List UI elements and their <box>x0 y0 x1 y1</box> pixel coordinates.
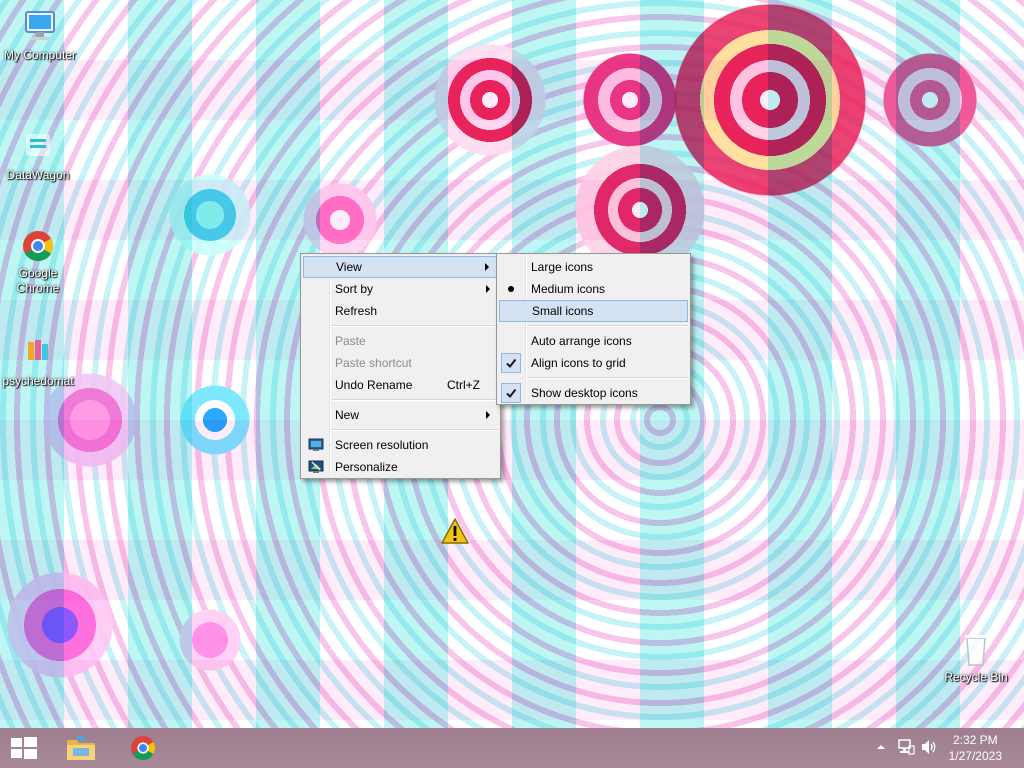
psychedomat-icon <box>18 336 58 372</box>
menu-separator <box>528 325 688 327</box>
desktop-icon-datawagon[interactable]: DataWagon <box>0 130 76 183</box>
menu-item-label: Small icons <box>532 304 594 318</box>
menu-item-label: Paste <box>335 334 366 348</box>
clock-date: 1/27/2023 <box>948 749 1002 763</box>
checkmark-icon <box>501 383 521 403</box>
submenu-item-align-to-grid[interactable]: Align icons to grid <box>499 352 688 374</box>
desktop-icon-label: psychedomat <box>2 374 74 388</box>
taskbar: 2:32 PM 1/27/2023 <box>0 728 1024 768</box>
menu-item-sort-by[interactable]: Sort by <box>303 278 498 300</box>
menu-item-personalize[interactable]: Personalize <box>303 456 498 478</box>
menu-item-screen-resolution[interactable]: Screen resolution <box>303 434 498 456</box>
menu-item-label: New <box>335 408 360 422</box>
chrome-icon <box>131 736 156 761</box>
menu-item-refresh[interactable]: Refresh <box>303 300 498 322</box>
menu-item-label: Personalize <box>335 460 398 474</box>
desktop-icon-psychedomat[interactable]: psychedomat <box>0 336 76 389</box>
desktop-icon-label: Recycle Bin <box>944 670 1008 684</box>
menu-item-label: Undo Rename <box>335 378 413 392</box>
menu-item-label: Sort by <box>335 282 374 296</box>
submenu-item-large-icons[interactable]: Large icons <box>499 256 688 278</box>
menu-separator <box>332 325 498 327</box>
menu-separator <box>528 377 688 379</box>
desktop-icon-label: My Computer <box>3 48 77 62</box>
desktop-icon-my-computer[interactable]: My Computer <box>2 10 78 63</box>
taskbar-clock[interactable]: 2:32 PM 1/27/2023 <box>949 732 1002 764</box>
taskbar-chrome[interactable] <box>118 728 168 768</box>
warning-icon <box>440 517 470 545</box>
submenu-item-show-desktop-icons[interactable]: Show desktop icons <box>499 382 688 404</box>
menu-item-shortcut: Ctrl+Z <box>447 378 480 392</box>
desktop-icon-google-chrome[interactable]: Google Chrome <box>0 228 76 296</box>
menu-item-label: Refresh <box>335 304 378 318</box>
desktop-icon-recycle-bin[interactable]: Recycle Bin <box>938 632 1014 685</box>
network-icon[interactable] <box>897 738 915 759</box>
file-explorer-icon <box>67 736 95 760</box>
clock-time: 2:32 PM <box>952 733 998 747</box>
desktop-icon-label: DataWagon <box>6 168 70 182</box>
view-submenu: Large icons Medium icons Small icons Aut… <box>496 253 691 405</box>
menu-separator <box>332 429 498 431</box>
desktop-icon-label: Google Chrome <box>16 266 60 295</box>
menu-item-label: Align icons to grid <box>531 356 626 370</box>
chrome-icon <box>18 228 58 264</box>
recycle-bin-icon <box>956 632 996 668</box>
menu-item-view[interactable]: View <box>303 256 498 278</box>
submenu-item-small-icons[interactable]: Small icons <box>499 300 688 322</box>
show-hidden-icons-arrow[interactable] <box>876 740 886 757</box>
menu-item-label: Screen resolution <box>335 438 429 452</box>
windows-start-icon <box>11 737 37 759</box>
menu-separator <box>332 399 498 401</box>
menu-item-label: Large icons <box>531 260 594 274</box>
menu-item-label: Paste shortcut <box>335 356 412 370</box>
computer-icon <box>20 10 60 46</box>
submenu-item-medium-icons[interactable]: Medium icons <box>499 278 688 300</box>
submenu-arrow-icon <box>486 411 490 419</box>
personalize-icon <box>308 459 324 473</box>
menu-item-paste-shortcut[interactable]: Paste shortcut <box>303 352 498 374</box>
submenu-item-auto-arrange[interactable]: Auto arrange icons <box>499 330 688 352</box>
screen-resolution-icon <box>308 437 324 451</box>
menu-item-label: Show desktop icons <box>531 386 638 400</box>
submenu-arrow-icon <box>486 285 490 293</box>
desktop-context-menu: View Sort by Refresh Paste Paste shortcu… <box>300 253 501 479</box>
radio-bullet-icon <box>501 279 521 299</box>
checkmark-icon <box>501 353 521 373</box>
menu-item-new[interactable]: New <box>303 404 498 426</box>
taskbar-file-explorer[interactable] <box>56 728 106 768</box>
start-button[interactable] <box>0 728 48 768</box>
volume-icon[interactable] <box>920 738 938 759</box>
menu-item-label: View <box>336 260 362 274</box>
submenu-arrow-icon <box>485 263 489 271</box>
menu-item-undo-rename[interactable]: Undo Rename Ctrl+Z <box>303 374 498 396</box>
datawagon-icon <box>18 130 58 166</box>
menu-item-label: Auto arrange icons <box>531 334 632 348</box>
menu-item-label: Medium icons <box>531 282 606 296</box>
menu-item-paste[interactable]: Paste <box>303 330 498 352</box>
